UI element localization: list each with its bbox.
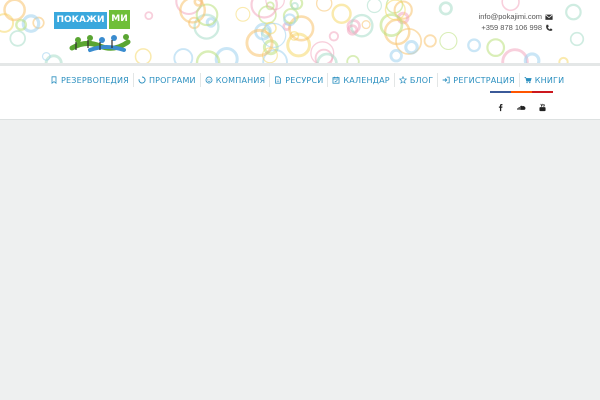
smile-icon: [205, 76, 213, 84]
bubble-decoration: [439, 31, 458, 51]
nav-item-7[interactable]: РЕГИСТРАЦИЯ: [437, 73, 518, 87]
bubble-decoration: [9, 30, 27, 47]
bubble-decoration: [361, 20, 371, 30]
nav-item-label: РЕСУРСИ: [285, 75, 324, 85]
document-icon: [275, 76, 282, 84]
nav-item-3[interactable]: КОМПАНИЯ: [199, 73, 270, 87]
calendar-icon: [332, 76, 340, 84]
envelope-icon: [545, 14, 553, 20]
bubble-decoration: [288, 15, 315, 42]
logo-word-pokaji: ПОКАЖИ: [54, 12, 107, 29]
social-links: [490, 91, 553, 112]
social-color-bars: [490, 91, 553, 93]
nav-item-2[interactable]: ПРОГРАМИ: [132, 73, 200, 87]
sign-in-icon: [442, 76, 450, 84]
nav-item-4[interactable]: РЕСУРСИ: [269, 73, 327, 87]
nav-item-label: РЕГИСТРАЦИЯ: [453, 75, 515, 85]
nav-item-label: ПРОГРАМИ: [148, 75, 196, 85]
bubble-decoration: [235, 6, 251, 22]
bubble-decoration: [569, 31, 585, 47]
contact-email-link[interactable]: info@pokajimi.com: [479, 11, 542, 22]
soundcloud-icon[interactable]: [517, 103, 526, 112]
social-bar-facebook: [490, 91, 511, 93]
phone-icon: [546, 24, 553, 31]
nav-item-6[interactable]: БЛОГ: [393, 73, 437, 87]
main-menu: РЕЗЕРВОПЕДИЯ ПРОГРАМИ КОМПАНИЯ РЕСУРСИ КАЛЕН…: [50, 73, 568, 87]
nav-item-8[interactable]: КНИГИ: [518, 73, 569, 87]
logo-children-illustration: [69, 34, 131, 52]
navigation-bar: РЕЗЕРВОПЕДИЯ ПРОГРАМИ КОМПАНИЯ РЕСУРСИ КАЛЕН…: [0, 66, 600, 120]
youtube-icon[interactable]: [538, 103, 547, 112]
bubble-decoration: [423, 34, 437, 48]
bubble-decoration: [501, 0, 520, 12]
site-logo[interactable]: ПОКАЖИ МИ: [54, 10, 134, 54]
bubble-decoration: [366, 0, 382, 14]
bubble-decoration: [389, 49, 403, 63]
contact-phone[interactable]: +359 878 106 998: [481, 22, 542, 33]
nav-item-label: КАЛЕНДАР: [343, 75, 390, 85]
nav-item-1[interactable]: РЕЗЕРВОПЕДИЯ: [50, 73, 133, 87]
social-icons: [490, 103, 553, 112]
bubble-decoration: [565, 3, 582, 21]
star-icon: [398, 76, 407, 84]
page-content-area: [0, 121, 600, 400]
site-header: ПОКАЖИ МИ info@pokajimi.com +359 878 106…: [0, 0, 600, 66]
bubble-decoration: [315, 0, 333, 12]
logo-word-mi: МИ: [109, 10, 130, 29]
contact-info: info@pokajimi.com +359 878 106 998: [479, 11, 553, 33]
bubble-decoration: [404, 39, 419, 55]
bubble-decoration: [331, 3, 352, 24]
bubble-decoration: [3, 0, 26, 22]
facebook-icon[interactable]: [496, 103, 505, 112]
social-bar-youtube: [532, 91, 553, 93]
cart-icon: [524, 77, 532, 84]
bubble-decoration: [144, 11, 154, 21]
bookmark-icon: [51, 76, 57, 84]
bubble-decoration: [486, 38, 506, 57]
bubble-decoration: [379, 13, 404, 37]
nav-item-5[interactable]: КАЛЕНДАР: [327, 73, 393, 87]
bubble-decoration: [328, 31, 340, 42]
nav-item-label: БЛОГ: [409, 75, 434, 85]
bubble-decoration: [290, 1, 299, 11]
nav-item-label: КНИГИ: [534, 75, 565, 85]
nav-item-label: КОМПАНИЯ: [215, 75, 266, 85]
social-bar-soundcloud: [511, 91, 532, 93]
bubble-decoration: [467, 38, 482, 53]
nav-item-label: РЕЗЕРВОПЕДИЯ: [61, 75, 129, 85]
bubble-decoration: [438, 1, 453, 16]
spinner-icon: [138, 76, 146, 84]
bubble-decoration: [383, 18, 411, 46]
